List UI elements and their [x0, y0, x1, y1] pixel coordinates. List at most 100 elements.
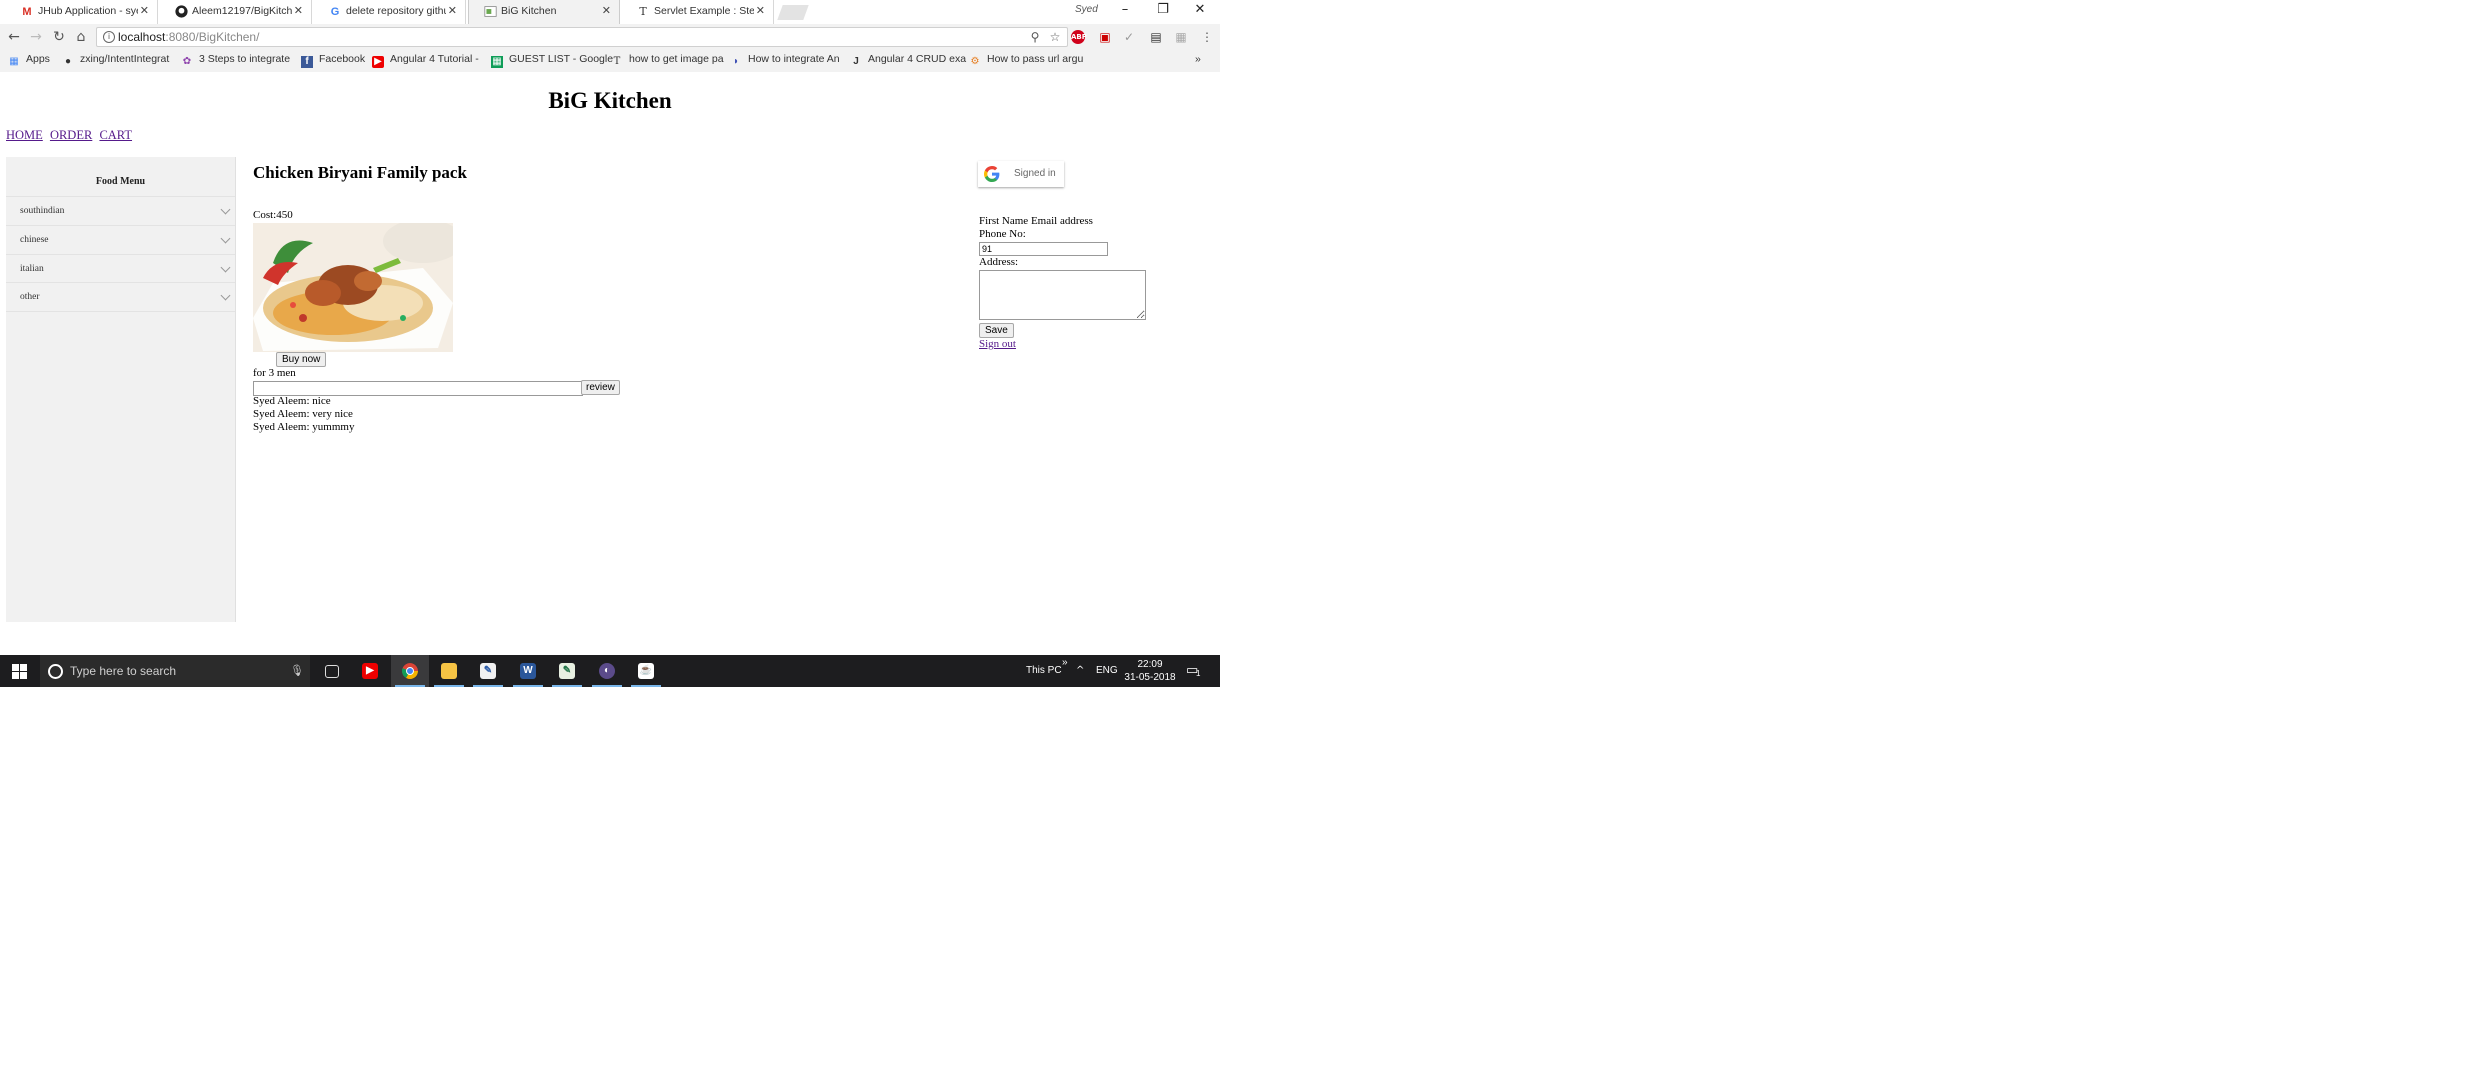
buy-now-button[interactable]: Buy now — [276, 352, 327, 367]
nav-home-link[interactable]: HOME — [6, 128, 43, 142]
tab-github[interactable]: Aleem12197/BigKitchen ✕ — [160, 0, 312, 24]
url-path: :8080/BigKitchen/ — [165, 30, 260, 44]
microphone-icon[interactable]: 🎙 — [290, 664, 304, 677]
chevron-up-icon[interactable]: ^ — [1076, 665, 1084, 676]
phone-input[interactable] — [979, 242, 1108, 256]
google-signin-button[interactable]: Signed in — [978, 161, 1064, 187]
bookmark-label: Apps — [26, 53, 50, 65]
bookmark-3steps[interactable]: ✿ 3 Steps to integrate — [181, 53, 290, 68]
task-view-icon[interactable] — [312, 655, 350, 687]
t-icon: T — [613, 56, 621, 67]
restore-icon[interactable]: ❐ — [1148, 2, 1178, 20]
menu-icon[interactable]: ⋮ — [1199, 29, 1215, 45]
java-taskbar-icon[interactable]: ☕ — [627, 655, 665, 687]
forward-icon[interactable]: → — [26, 28, 46, 46]
home-icon[interactable]: ⌂ — [71, 28, 91, 46]
bookmark-angular-crud[interactable]: J Angular 4 CRUD exa — [850, 53, 966, 68]
bookmark-label: Angular 4 Tutorial - — [390, 53, 479, 65]
menu-item-label: chinese — [20, 235, 49, 245]
minimize-icon[interactable]: – — [1110, 2, 1140, 20]
taskbar-search[interactable]: Type here to search 🎙 — [40, 655, 310, 687]
file-explorer-icon[interactable] — [430, 655, 468, 687]
bookmark-pass-url[interactable]: ⚙ How to pass url argu — [969, 53, 1084, 68]
active-indicator — [395, 685, 425, 687]
bookmark-guest-list[interactable]: ▦ GUEST LIST - Google — [491, 53, 613, 68]
youtube-taskbar-icon[interactable]: ▶ — [351, 655, 389, 687]
bookmark-apps[interactable]: ▦ Apps — [8, 53, 50, 68]
tab-strip: M JHub Application - syeda ✕ Aleem12197/… — [0, 0, 1220, 24]
zoom-icon[interactable]: ⚲ — [1027, 29, 1043, 45]
address-label: Address: — [979, 256, 1019, 268]
tab-bigkitchen[interactable]: BiG Kitchen ✕ — [468, 0, 620, 24]
back-icon[interactable]: ← — [4, 28, 24, 46]
sign-out-link[interactable]: Sign out — [979, 338, 1016, 350]
extension-icon[interactable]: ▤ — [1148, 29, 1164, 45]
chart-extension-icon[interactable]: ▦ — [1173, 29, 1189, 45]
page-icon — [483, 5, 497, 19]
menu-item-italian[interactable]: italian — [6, 254, 235, 283]
review-item: Syed Aleem: very nice — [253, 408, 353, 420]
browser-toolbar: ← → ↻ ⌂ i localhost:8080/BigKitchen/ ⚲ ☆… — [0, 24, 1220, 50]
tab-servlet[interactable]: T Servlet Example : Steps to ✕ — [622, 0, 774, 24]
bookmark-image-path[interactable]: Thow to get image pa — [611, 53, 724, 68]
close-icon[interactable]: ✕ — [294, 4, 303, 17]
bookmark-integrate[interactable]: ◗ How to integrate An — [730, 53, 840, 68]
info-icon[interactable]: i — [103, 31, 115, 43]
web-page: BiG Kitchen HOME ORDER CART Food Menu so… — [0, 72, 1220, 655]
close-icon[interactable]: ✕ — [448, 4, 457, 17]
reload-icon[interactable]: ↻ — [49, 28, 69, 46]
active-indicator — [552, 685, 582, 687]
name-email-label: First Name Email address — [979, 215, 1093, 227]
sheets-icon: ▦ — [491, 56, 503, 68]
signin-status: Signed in — [1014, 168, 1056, 179]
profile-name[interactable]: Syed — [1075, 4, 1098, 15]
close-icon[interactable]: ✕ — [602, 4, 611, 17]
tray-more-icon[interactable]: » — [1062, 657, 1068, 668]
bookmark-label: GUEST LIST - Google — [509, 53, 614, 65]
star-icon[interactable]: ☆ — [1047, 29, 1063, 45]
url-host: localhost — [118, 30, 166, 44]
system-tray: This PC » ^ ENG 22:09 31-05-2018 ▭ 1 — [1020, 655, 1220, 687]
editor-taskbar-icon[interactable]: ✎ — [469, 655, 507, 687]
excel-taskbar-icon[interactable]: ✎ — [548, 655, 586, 687]
clock[interactable]: 22:09 31-05-2018 — [1120, 658, 1180, 684]
product-name: Chicken Biryani Family pack — [253, 163, 467, 182]
pocket-icon[interactable]: ▣ — [1097, 29, 1113, 45]
youtube-icon: ▶ — [372, 56, 384, 68]
windows-taskbar: Type here to search 🎙 ▶ ✎ W ✎ ◐ ☕ This P… — [0, 655, 1220, 687]
bookmarks-more-icon[interactable]: » — [1195, 53, 1201, 65]
close-window-icon[interactable]: ✕ — [1185, 2, 1215, 20]
product-cost: Cost:450 — [253, 209, 293, 221]
bookmark-facebook[interactable]: f Facebook — [301, 53, 365, 68]
chrome-taskbar-icon[interactable] — [391, 655, 429, 687]
bookmark-angular-tutorial[interactable]: ▶ Angular 4 Tutorial - — [372, 53, 479, 68]
menu-item-chinese[interactable]: chinese — [6, 225, 235, 254]
word-taskbar-icon[interactable]: W — [509, 655, 547, 687]
apps-icon: ▦ — [9, 56, 19, 67]
google-icon — [984, 166, 1000, 182]
windows-start-icon[interactable] — [12, 664, 28, 680]
check-icon[interactable]: ✓ — [1121, 29, 1137, 45]
close-icon[interactable]: ✕ — [756, 4, 765, 17]
this-pc-label[interactable]: This PC — [1026, 665, 1062, 676]
tab-google[interactable]: G delete repository github ✕ — [314, 0, 466, 24]
close-icon[interactable]: ✕ — [140, 4, 149, 17]
active-indicator — [592, 685, 622, 687]
clock-date: 31-05-2018 — [1124, 672, 1176, 683]
adblock-icon[interactable]: ABP — [1071, 30, 1087, 44]
address-bar[interactable]: i localhost:8080/BigKitchen/ ⚲ ☆ — [96, 27, 1068, 47]
review-button[interactable]: review — [581, 380, 620, 395]
save-button[interactable]: Save — [979, 323, 1014, 338]
menu-item-other[interactable]: other — [6, 282, 235, 312]
bookmark-zxing[interactable]: ● zxing/IntentIntegrat — [62, 53, 169, 68]
tab-jhub[interactable]: M JHub Application - syeda ✕ — [6, 0, 158, 24]
language-indicator[interactable]: ENG — [1096, 665, 1118, 676]
menu-item-southindian[interactable]: southindian — [6, 196, 235, 225]
review-input[interactable] — [253, 381, 583, 396]
j-icon: J — [853, 56, 859, 67]
nav-order-link[interactable]: ORDER — [50, 128, 92, 142]
new-tab-button[interactable] — [777, 5, 809, 20]
address-textarea[interactable] — [979, 270, 1146, 320]
nav-cart-link[interactable]: CART — [99, 128, 132, 142]
eclipse-taskbar-icon[interactable]: ◐ — [588, 655, 626, 687]
